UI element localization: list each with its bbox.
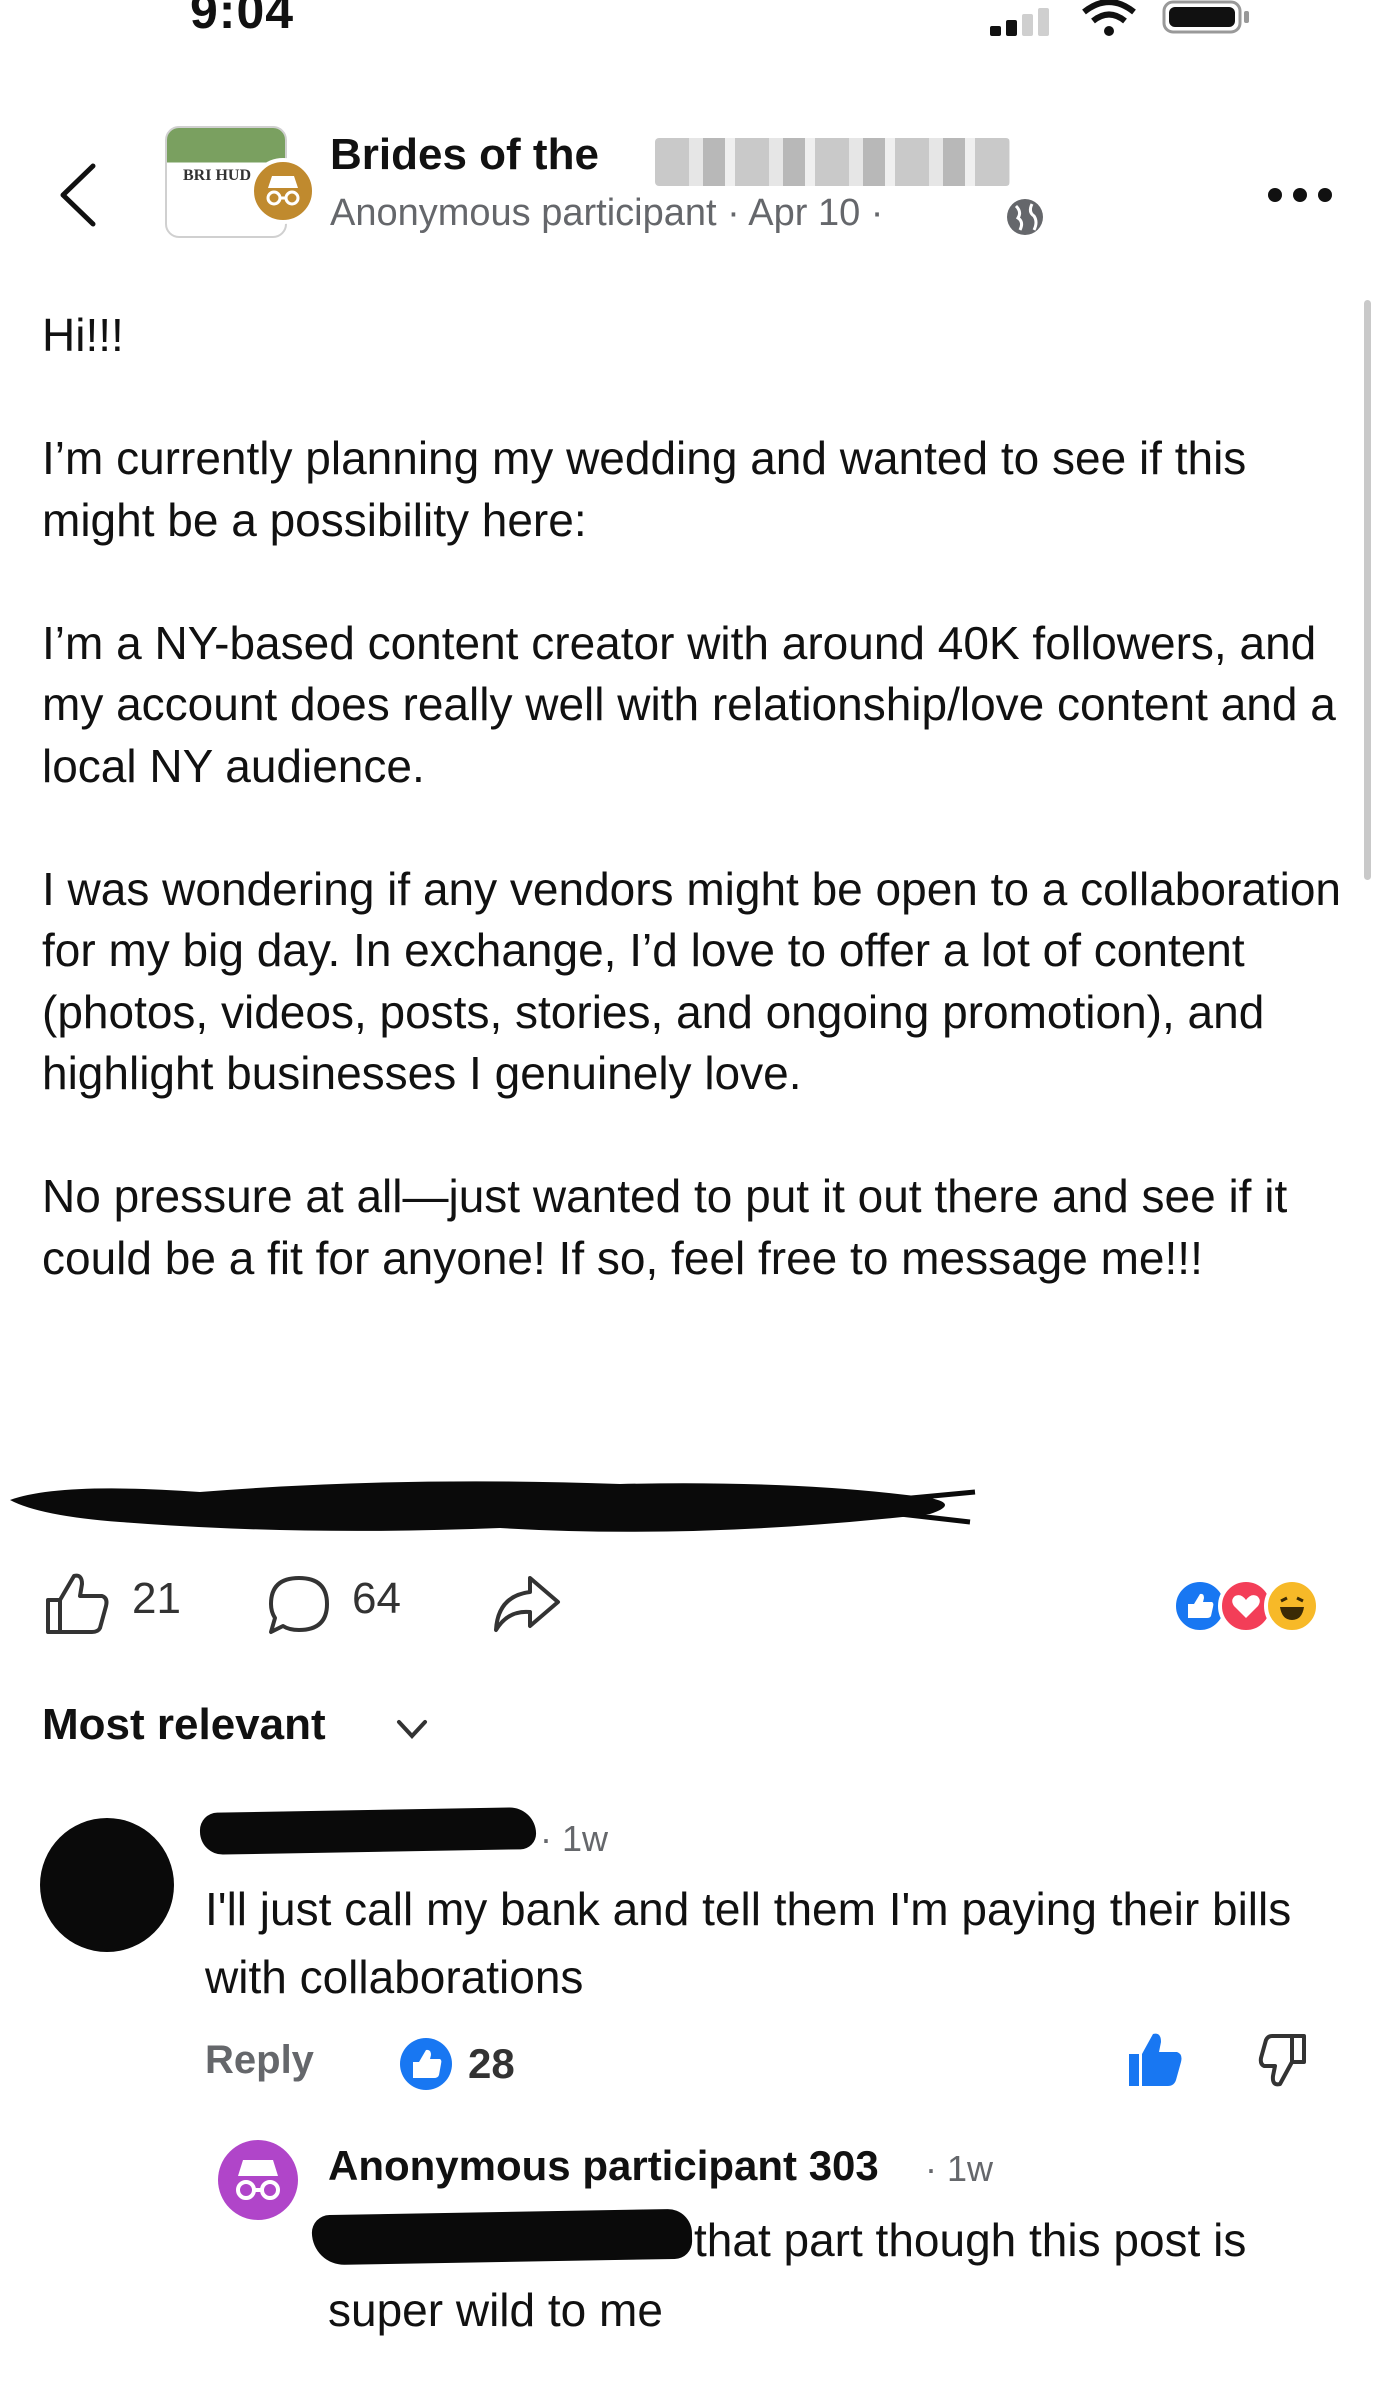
status-time: 9:04: [190, 0, 295, 39]
redaction-scribble: [10, 1481, 976, 1532]
post-author: Anonymous participant: [330, 192, 717, 234]
share-icon[interactable]: [490, 1570, 562, 1636]
group-avatar-text: BRI HUD: [183, 167, 252, 184]
globe-icon: [1007, 199, 1043, 235]
more-icon[interactable]: [1265, 185, 1335, 205]
post-body: Hi!!! I’m currently planning my wedding …: [42, 305, 1342, 1289]
reply-author[interactable]: Anonymous participant 303: [328, 2142, 879, 2190]
reply-button[interactable]: Reply: [205, 2038, 314, 2083]
sort-dropdown[interactable]: Most relevant: [42, 1700, 326, 1750]
wifi-icon: [1082, 0, 1136, 36]
back-icon[interactable]: [55, 160, 99, 230]
group-name-redaction: [655, 138, 1010, 186]
reply-time: · 1w: [925, 2148, 994, 2189]
post-actions: 21 64: [0, 1560, 1379, 1650]
battery-icon: [1162, 0, 1249, 34]
signal-icon: [990, 8, 1049, 36]
meta-separator: ·: [870, 192, 884, 234]
comment-text: I'll just call my bank and tell them I'm…: [205, 1883, 1292, 2003]
commenter-name-redaction: [199, 1807, 537, 1855]
comment-time: · 1w: [540, 1818, 609, 1859]
like-count: 21: [132, 1574, 181, 1623]
meta-separator: ·: [727, 192, 740, 234]
post-paragraph: I’m a NY-based content creator with arou…: [42, 616, 1336, 792]
post-date[interactable]: Apr 10: [748, 192, 860, 234]
haha-reaction-icon: [1264, 1578, 1320, 1634]
thumbs-down-icon[interactable]: [1258, 2032, 1310, 2088]
thumbs-up-icon[interactable]: [1125, 2030, 1183, 2088]
status-bar: 9:04: [0, 0, 1379, 60]
post-paragraph: I’m currently planning my wedding and wa…: [42, 432, 1247, 546]
post-paragraph: No pressure at all—just wanted to put it…: [42, 1170, 1288, 1284]
chevron-down-icon[interactable]: [395, 1718, 429, 1742]
incognito-icon: [266, 176, 300, 206]
incognito-icon: [236, 2160, 280, 2200]
reply-text-redaction: [311, 2208, 693, 2266]
comment-icon[interactable]: [265, 1572, 333, 1638]
post-meta: Anonymous participant · Apr 10 ·: [330, 192, 883, 235]
post-paragraph: I was wondering if any vendors might be …: [42, 862, 1342, 1100]
group-name[interactable]: Brides of the: [330, 130, 599, 180]
comment-like-badge-icon: [400, 2038, 452, 2090]
reply-avatar[interactable]: [218, 2140, 298, 2220]
post-header: BRI HUD Brides of the Anonymous particip…: [0, 110, 1379, 260]
scrollbar[interactable]: [1364, 300, 1371, 880]
comment-count: 64: [352, 1574, 401, 1623]
anonymous-badge: [250, 158, 316, 224]
comment-like-count: 28: [468, 2040, 515, 2087]
commenter-avatar[interactable]: [40, 1818, 174, 1952]
post-paragraph: Hi!!!: [42, 309, 124, 361]
like-icon[interactable]: [42, 1570, 112, 1636]
reaction-summary[interactable]: [1172, 1578, 1344, 1636]
